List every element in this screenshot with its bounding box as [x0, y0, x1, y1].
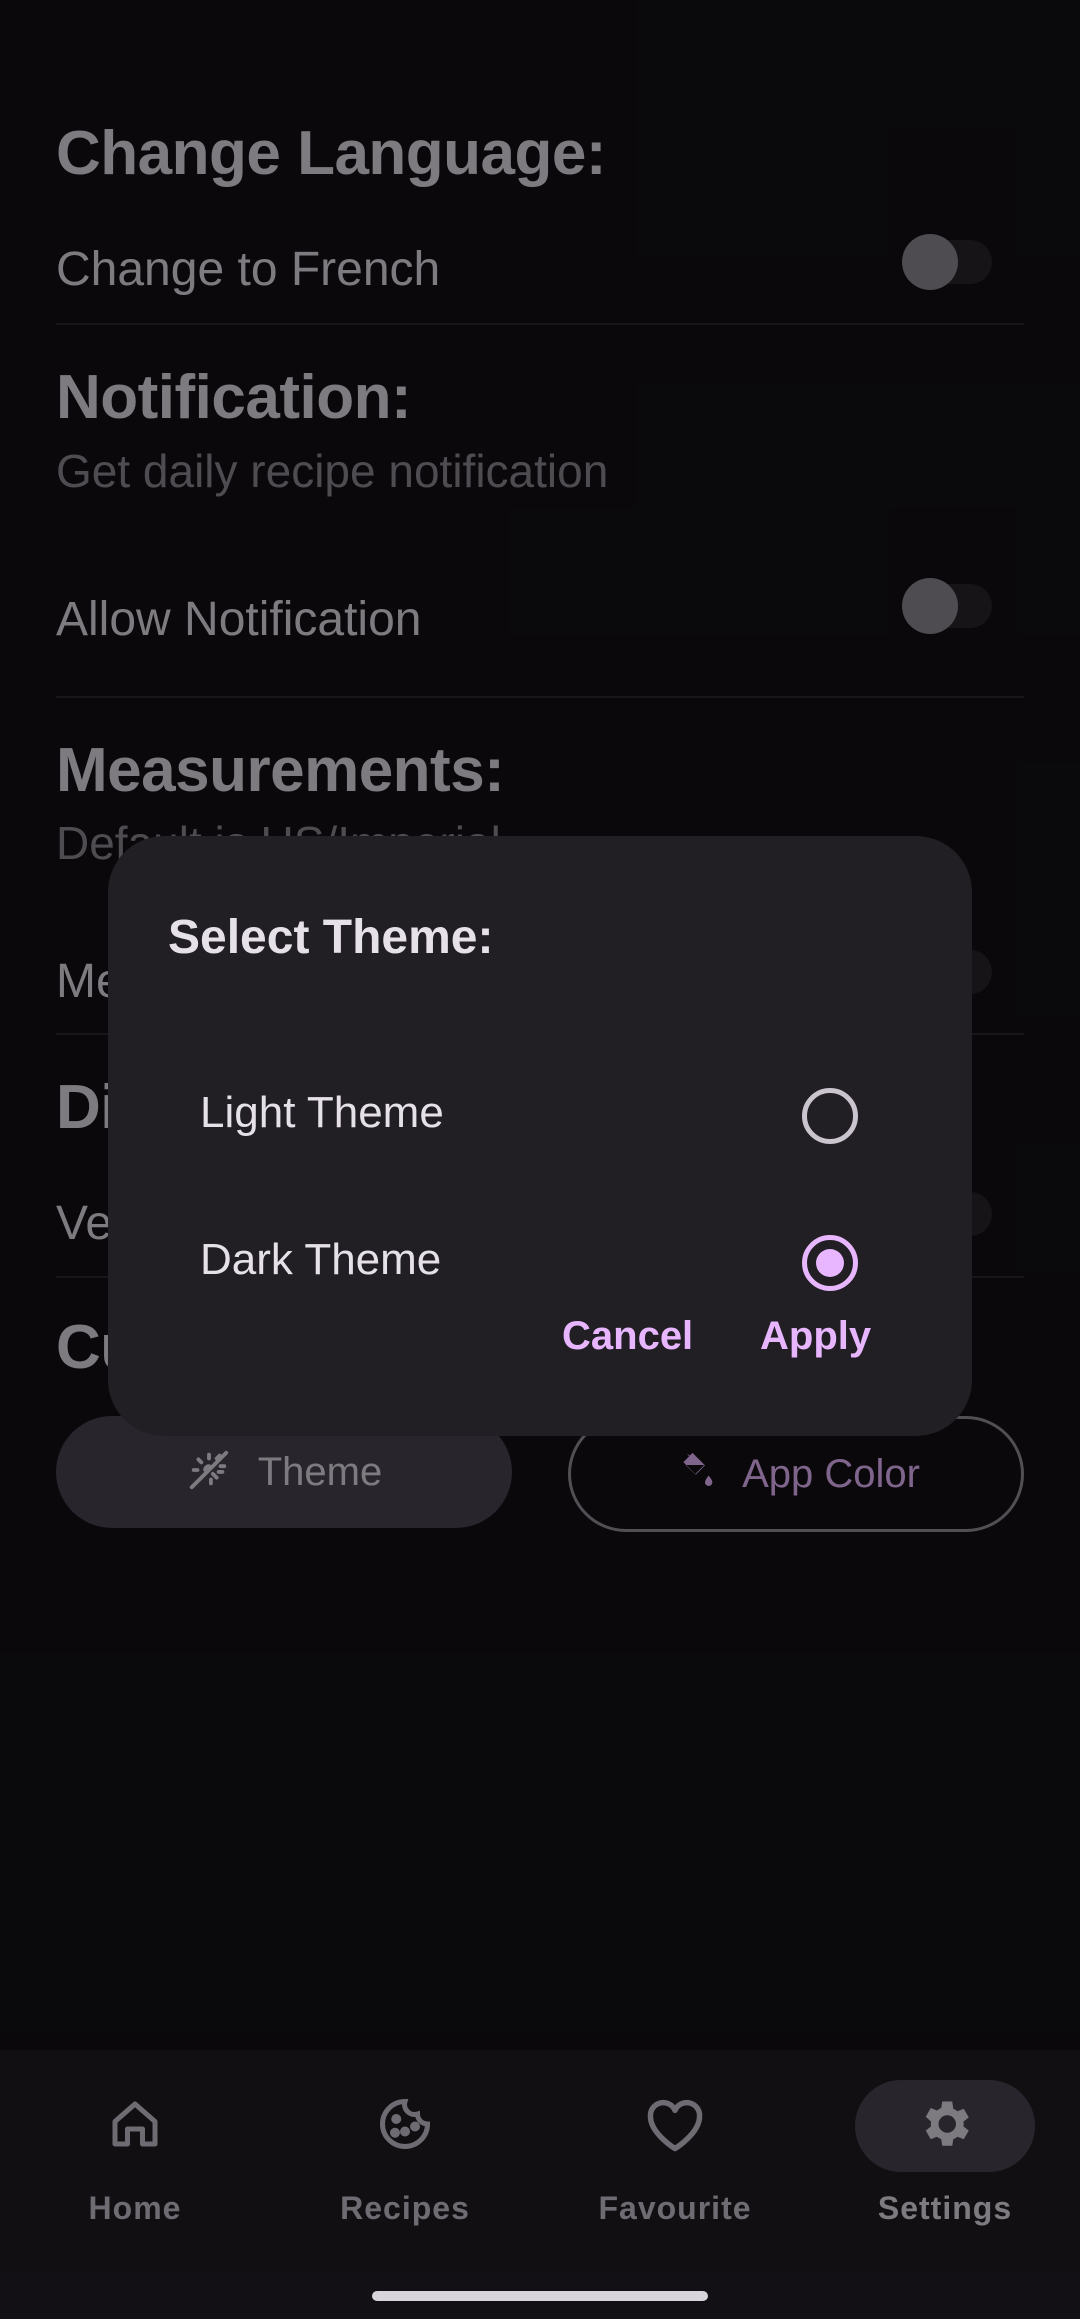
- cancel-button[interactable]: Cancel: [562, 1314, 693, 1359]
- option-label: Light Theme: [200, 1088, 444, 1137]
- apply-button[interactable]: Apply: [760, 1314, 871, 1359]
- option-label: Dark Theme: [200, 1235, 442, 1284]
- dialog-title: Select Theme:: [168, 911, 494, 964]
- select-theme-dialog: Select Theme: Light Theme Dark Theme Can…: [108, 836, 972, 1436]
- radio-button-light[interactable]: [802, 1088, 858, 1144]
- option-light-theme[interactable]: Light Theme: [108, 1066, 972, 1166]
- gesture-bar[interactable]: [372, 2291, 708, 2301]
- settings-screen: Change Language: Change to French Notifi…: [0, 0, 1080, 2319]
- radio-button-dark[interactable]: [802, 1235, 858, 1291]
- option-dark-theme[interactable]: Dark Theme: [108, 1213, 972, 1313]
